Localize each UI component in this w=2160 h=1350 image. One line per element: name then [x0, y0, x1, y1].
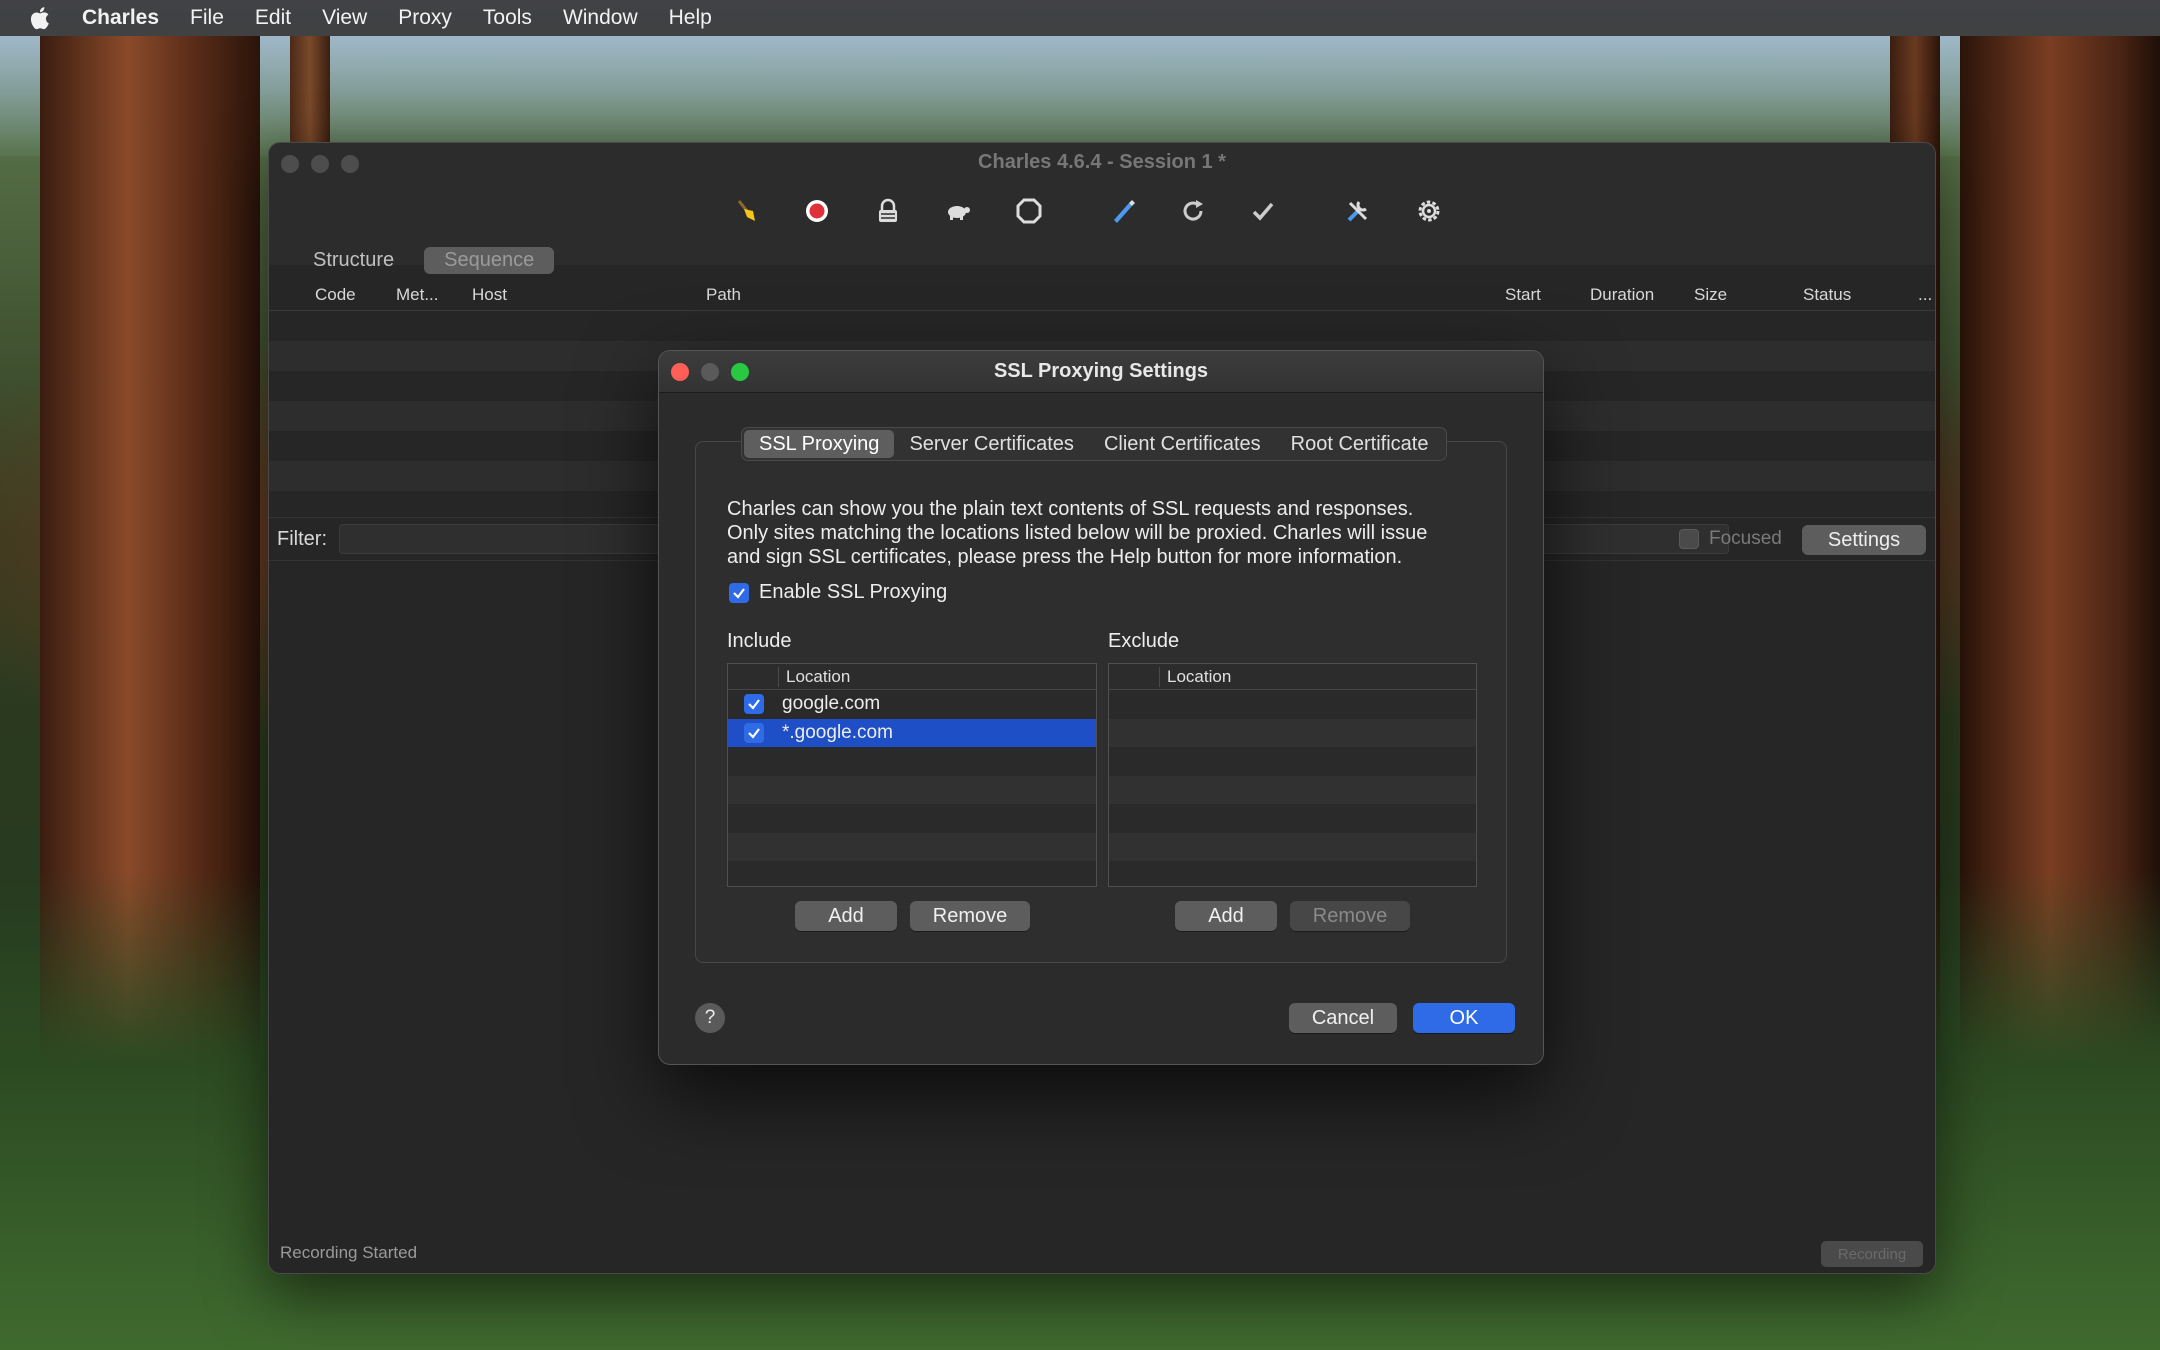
- dialog-title: SSL Proxying Settings: [993, 360, 1209, 382]
- dialog-titlebar: SSL Proxying Settings: [659, 351, 1543, 393]
- settings-gear-icon[interactable]: [1411, 193, 1447, 229]
- sequence-column-header: Code Met... Host Path Start Duration Siz…: [269, 279, 1935, 311]
- empty-row: [1109, 804, 1476, 833]
- include-table-header: Location: [728, 664, 1096, 690]
- description-line: Charles can show you the plain text cont…: [727, 498, 1414, 520]
- include-row-location: google.com: [782, 693, 881, 714]
- exclude-table: Location: [1108, 663, 1477, 887]
- empty-row: [728, 775, 1096, 804]
- column-start[interactable]: Start: [1505, 285, 1541, 305]
- menu-view[interactable]: View: [322, 6, 367, 30]
- menu-file[interactable]: File: [190, 6, 224, 30]
- tab-server-certificates[interactable]: Server Certificates: [894, 430, 1089, 458]
- enable-ssl-proxying-toggle[interactable]: Enable SSL Proxying: [729, 581, 947, 604]
- exclude-label: Exclude: [1108, 630, 1180, 652]
- focused-toggle[interactable]: Focused: [1679, 528, 1782, 550]
- tab-structure[interactable]: Structure: [293, 247, 414, 274]
- empty-row: [1109, 718, 1476, 747]
- enable-ssl-proxying-checkbox[interactable]: [729, 582, 749, 603]
- compose-pen-icon[interactable]: [1105, 193, 1141, 229]
- column-status[interactable]: Status: [1803, 285, 1851, 305]
- main-toolbar: [269, 193, 1935, 237]
- empty-row: [728, 747, 1096, 776]
- view-tabs: Structure Sequence: [293, 247, 555, 274]
- tab-root-certificate[interactable]: Root Certificate: [1276, 430, 1444, 458]
- menu-edit[interactable]: Edit: [255, 6, 291, 30]
- menu-app-charles[interactable]: Charles: [82, 6, 159, 30]
- record-icon[interactable]: [799, 193, 835, 229]
- validate-check-icon[interactable]: [1245, 193, 1281, 229]
- column-code[interactable]: Code: [315, 285, 356, 305]
- menu-bar: Charles File Edit View Proxy Tools Windo…: [0, 0, 2160, 36]
- repeat-icon[interactable]: [1175, 193, 1211, 229]
- column-method[interactable]: Met...: [396, 285, 439, 305]
- status-text: Recording Started: [280, 1243, 418, 1262]
- column-path[interactable]: Path: [706, 285, 741, 305]
- apple-menu-icon[interactable]: [28, 5, 52, 31]
- exclude-add-button[interactable]: Add: [1175, 901, 1277, 931]
- description-line: Only sites matching the locations listed…: [727, 522, 1428, 544]
- dialog-tabs: SSL Proxying Server Certificates Client …: [741, 427, 1447, 461]
- exclude-location-column[interactable]: Location: [1167, 667, 1231, 687]
- menu-window[interactable]: Window: [563, 6, 638, 30]
- column-duration[interactable]: Duration: [1590, 285, 1654, 305]
- tab-client-certificates[interactable]: Client Certificates: [1089, 430, 1276, 458]
- include-row-location: *.google.com: [782, 721, 893, 743]
- throttle-turtle-icon[interactable]: [940, 193, 976, 229]
- include-row-selected[interactable]: *.google.com: [728, 718, 1096, 747]
- ssl-description: Charles can show you the plain text cont…: [727, 497, 1487, 569]
- tab-ssl-proxying[interactable]: SSL Proxying: [744, 430, 895, 458]
- ssl-lock-icon[interactable]: [870, 193, 906, 229]
- menu-help[interactable]: Help: [669, 6, 712, 30]
- broom-icon[interactable]: [729, 193, 765, 229]
- empty-row: [1109, 832, 1476, 861]
- column-size[interactable]: Size: [1694, 285, 1727, 305]
- breakpoint-stop-icon[interactable]: [1011, 193, 1047, 229]
- empty-row: [1109, 861, 1476, 886]
- column-more[interactable]: ...: [1918, 285, 1932, 305]
- filter-label: Filter:: [277, 528, 327, 550]
- ok-button[interactable]: OK: [1413, 1003, 1515, 1033]
- checkmark-icon: [748, 699, 760, 710]
- recording-button[interactable]: Recording: [1821, 1241, 1923, 1267]
- include-row-checkbox[interactable]: [744, 694, 764, 714]
- include-row-checkbox[interactable]: [744, 722, 764, 743]
- menu-tools[interactable]: Tools: [483, 6, 532, 30]
- filter-settings-button[interactable]: Settings: [1802, 525, 1926, 555]
- description-line: and sign SSL certificates, please press …: [727, 546, 1403, 568]
- empty-row: [728, 804, 1096, 833]
- empty-row: [1109, 747, 1476, 776]
- include-table: Location google.com *.google.com: [727, 663, 1097, 887]
- checkmark-icon: [733, 587, 745, 599]
- include-add-button[interactable]: Add: [795, 901, 897, 931]
- cancel-button[interactable]: Cancel: [1289, 1003, 1397, 1033]
- checkmark-icon: [748, 727, 760, 739]
- column-host[interactable]: Host: [472, 285, 507, 305]
- focused-checkbox[interactable]: [1679, 529, 1699, 549]
- focused-label: Focused: [1709, 528, 1782, 549]
- exclude-remove-button: Remove: [1290, 901, 1410, 931]
- help-button[interactable]: ?: [695, 1003, 725, 1033]
- table-row: [269, 311, 1935, 341]
- empty-row: [728, 832, 1096, 861]
- ssl-proxying-settings-dialog: SSL Proxying Settings SSL Proxying Serve…: [658, 350, 1544, 1065]
- exclude-table-header: Location: [1109, 664, 1476, 690]
- enable-ssl-proxying-label: Enable SSL Proxying: [759, 581, 948, 603]
- empty-row: [1109, 690, 1476, 719]
- include-row[interactable]: google.com: [728, 690, 1096, 719]
- tab-sequence[interactable]: Sequence: [424, 247, 555, 274]
- empty-row: [1109, 775, 1476, 804]
- menu-proxy[interactable]: Proxy: [398, 6, 452, 30]
- tools-icon[interactable]: [1340, 193, 1376, 229]
- empty-row: [728, 861, 1096, 886]
- include-remove-button[interactable]: Remove: [910, 901, 1030, 931]
- window-title: Charles 4.6.4 - Session 1 *: [978, 151, 1226, 173]
- include-label: Include: [727, 630, 792, 652]
- include-location-column[interactable]: Location: [786, 667, 850, 687]
